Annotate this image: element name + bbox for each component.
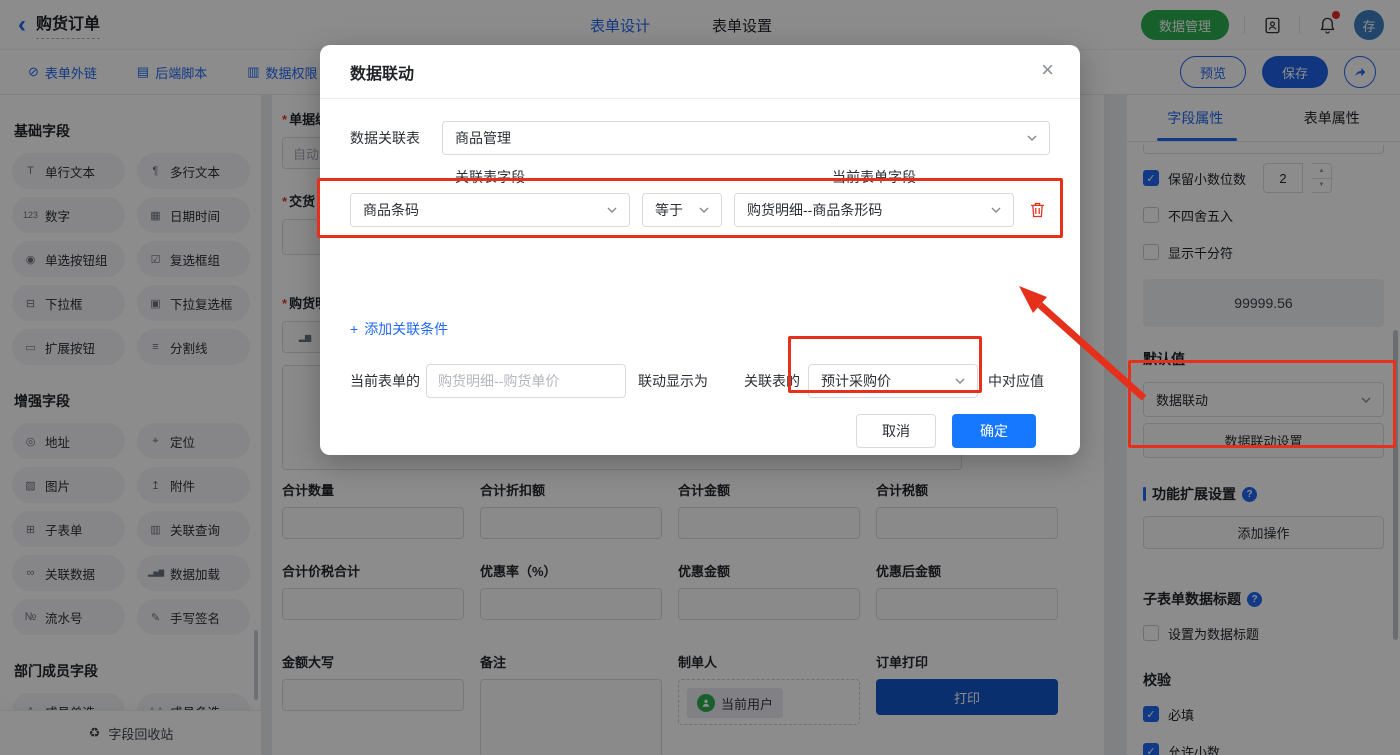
chevron-down-icon (607, 207, 617, 213)
linked-table-field-select[interactable]: 预计采购价 (808, 364, 978, 398)
confirm-button[interactable]: 确定 (952, 414, 1036, 448)
plus-icon: + (350, 321, 359, 337)
linkage-mapping-row: 当前表单的 购货明细--购货单价 联动显示为 关联表的 预计采购价 中对应值 (350, 364, 1050, 398)
condition-row: 商品条码 等于 购货明细--商品条形码 (350, 193, 1050, 227)
linked-field-select[interactable]: 商品条码 (350, 193, 630, 227)
chevron-down-icon (991, 207, 1001, 213)
link-table-row: 数据关联表 商品管理 (350, 121, 1050, 155)
cancel-button[interactable]: 取消 (856, 414, 936, 448)
add-condition-link[interactable]: + 添加关联条件 (350, 319, 448, 339)
data-linkage-modal: 数据联动 × 数据关联表 商品管理 关联表字段 当前表单字段 商品条码 等于 购… (320, 45, 1080, 455)
linked-field-header: 关联表字段 (455, 169, 525, 185)
linked-table-field-value: 预计采购价 (821, 373, 891, 389)
current-form-prefix: 当前表单的 (350, 373, 420, 389)
chevron-down-icon (955, 378, 965, 384)
link-table-label: 数据关联表 (350, 130, 420, 146)
display-as-label: 联动显示为 (638, 373, 708, 389)
placeholder-text: 购货明细--购货单价 (438, 373, 560, 389)
operator-select[interactable]: 等于 (642, 193, 722, 227)
current-field-select[interactable]: 购货明细--商品条形码 (734, 193, 1014, 227)
link-table-select[interactable]: 商品管理 (442, 121, 1050, 155)
condition-headers: 关联表字段 当前表单字段 (350, 167, 1050, 187)
operator-value: 等于 (655, 202, 683, 218)
modal-body: 数据关联表 商品管理 关联表字段 当前表单字段 商品条码 等于 购货明细--商品… (320, 99, 1080, 448)
current-field-header: 当前表单字段 (832, 169, 916, 185)
linked-table-prefix: 关联表的 (744, 373, 800, 389)
link-table-value: 商品管理 (455, 130, 511, 146)
corresponding-value-suffix: 中对应值 (988, 373, 1044, 389)
add-condition-label: 添加关联条件 (364, 321, 449, 337)
modal-title: 数据联动 (350, 65, 415, 83)
current-form-field-input[interactable]: 购货明细--购货单价 (426, 364, 626, 398)
current-field-value: 购货明细--商品条形码 (747, 202, 883, 218)
delete-condition-icon[interactable] (1026, 202, 1048, 218)
linked-field-value: 商品条码 (363, 202, 419, 218)
modal-header: 数据联动 × (320, 45, 1080, 99)
chevron-down-icon (1027, 135, 1037, 141)
form-designer-app: ‹ 购货订单 表单设计 表单设置 数据管理 存 ⊘ 表单外链 ▤ 后端脚本 ▥ … (0, 0, 1400, 755)
close-icon[interactable]: × (1041, 59, 1054, 81)
modal-footer: 取消 确定 (350, 414, 1050, 448)
chevron-down-icon (699, 207, 709, 213)
